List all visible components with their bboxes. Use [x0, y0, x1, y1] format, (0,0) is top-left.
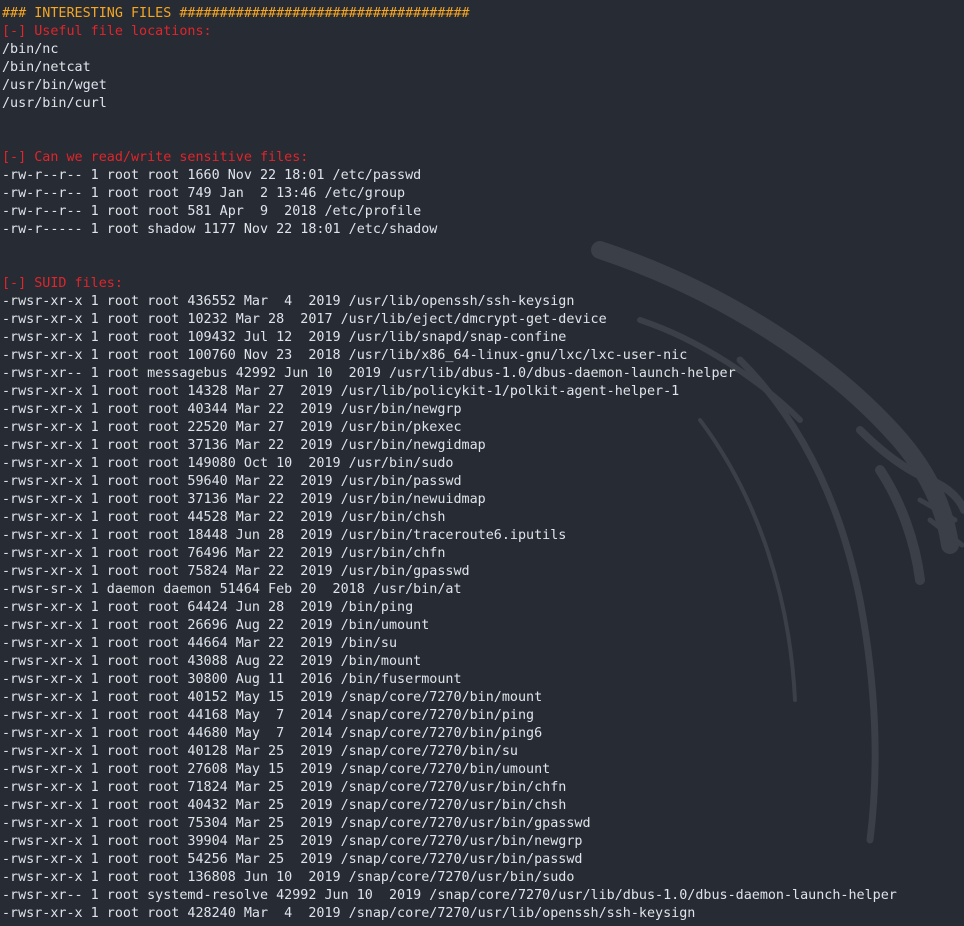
output-line: /usr/bin/wget	[2, 78, 107, 93]
section-title-line: [-] Useful file locations:	[2, 24, 212, 39]
output-line: -rwsr-xr-x 1 root root 22520 Mar 27 2019…	[2, 420, 462, 435]
output-line: -rwsr-xr-x 1 root root 54256 Mar 25 2019…	[2, 852, 583, 867]
output-line: /usr/bin/curl	[2, 96, 107, 111]
output-line: -rwsr-xr-- 1 root systemd-resolve 42992 …	[2, 888, 897, 903]
output-line: -rwsr-xr-x 1 root root 40432 Mar 25 2019…	[2, 798, 567, 813]
output-line: -rwsr-xr-x 1 root root 44664 Mar 22 2019…	[2, 636, 398, 651]
output-line: -rwsr-xr-x 1 root root 428240 Mar 4 2019…	[2, 906, 696, 921]
section-header-line: ### INTERESTING FILES ##################…	[2, 6, 470, 21]
output-line: -rwsr-xr-x 1 root root 44168 May 7 2014 …	[2, 708, 535, 723]
output-line: -rwsr-xr-x 1 root root 37136 Mar 22 2019…	[2, 438, 486, 453]
output-line: -rwsr-xr-- 1 root messagebus 42992 Jun 1…	[2, 366, 736, 381]
output-line: -rwsr-xr-x 1 root root 109432 Jul 12 201…	[2, 330, 567, 345]
output-line: -rw-r--r-- 1 root root 1660 Nov 22 18:01…	[2, 168, 422, 183]
output-line: -rw-r----- 1 root shadow 1177 Nov 22 18:…	[2, 222, 438, 237]
terminal-window[interactable]: ### INTERESTING FILES ##################…	[0, 0, 964, 926]
output-line: -rwsr-xr-x 1 root root 149080 Oct 10 201…	[2, 456, 454, 471]
output-line: -rwsr-xr-x 1 root root 71824 Mar 25 2019…	[2, 780, 567, 795]
output-line: /bin/nc	[2, 42, 59, 57]
output-line: -rw-r--r-- 1 root root 749 Jan 2 13:46 /…	[2, 186, 406, 201]
output-line: -rwsr-xr-x 1 root root 44680 May 7 2014 …	[2, 726, 543, 741]
output-line: /bin/netcat	[2, 60, 91, 75]
output-line: -rwsr-xr-x 1 root root 136808 Jun 10 201…	[2, 870, 575, 885]
output-line: -rwsr-xr-x 1 root root 44528 Mar 22 2019…	[2, 510, 446, 525]
output-line: -rwsr-xr-x 1 root root 64424 Jun 28 2019…	[2, 600, 414, 615]
output-line: -rwsr-xr-x 1 root root 436552 Mar 4 2019…	[2, 294, 575, 309]
output-line: -rwsr-xr-x 1 root root 18448 Jun 28 2019…	[2, 528, 567, 543]
output-line: -rwsr-xr-x 1 root root 39904 Mar 25 2019…	[2, 834, 583, 849]
output-line: -rwsr-xr-x 1 root root 26696 Aug 22 2019…	[2, 618, 430, 633]
section-title-line: [-] Can we read/write sensitive files:	[2, 150, 309, 165]
section-title-line: [-] SUID files:	[2, 276, 123, 291]
output-line: -rwsr-xr-x 1 root root 27608 May 15 2019…	[2, 762, 551, 777]
output-line: -rwsr-sr-x 1 daemon daemon 51464 Feb 20 …	[2, 582, 462, 597]
output-line: -rwsr-xr-x 1 root root 40128 Mar 25 2019…	[2, 744, 518, 759]
output-line: -rwsr-xr-x 1 root root 40344 Mar 22 2019…	[2, 402, 462, 417]
output-line: -rwsr-xr-x 1 root root 75304 Mar 25 2019…	[2, 816, 591, 831]
output-line: -rwsr-xr-x 1 root root 75824 Mar 22 2019…	[2, 564, 470, 579]
output-line: -rw-r--r-- 1 root root 581 Apr 9 2018 /e…	[2, 204, 422, 219]
output-line: -rwsr-xr-x 1 root root 37136 Mar 22 2019…	[2, 492, 486, 507]
output-line: -rwsr-xr-x 1 root root 100760 Nov 23 201…	[2, 348, 688, 363]
output-line: -rwsr-xr-x 1 root root 59640 Mar 22 2019…	[2, 474, 462, 489]
output-line: -rwsr-xr-x 1 root root 14328 Mar 27 2019…	[2, 384, 680, 399]
output-line: -rwsr-xr-x 1 root root 43088 Aug 22 2019…	[2, 654, 422, 669]
output-line: -rwsr-xr-x 1 root root 10232 Mar 28 2017…	[2, 312, 607, 327]
output-line: -rwsr-xr-x 1 root root 40152 May 15 2019…	[2, 690, 543, 705]
terminal-output: ### INTERESTING FILES ##################…	[2, 5, 964, 923]
output-line: -rwsr-xr-x 1 root root 76496 Mar 22 2019…	[2, 546, 446, 561]
output-line: -rwsr-xr-x 1 root root 30800 Aug 11 2016…	[2, 672, 462, 687]
